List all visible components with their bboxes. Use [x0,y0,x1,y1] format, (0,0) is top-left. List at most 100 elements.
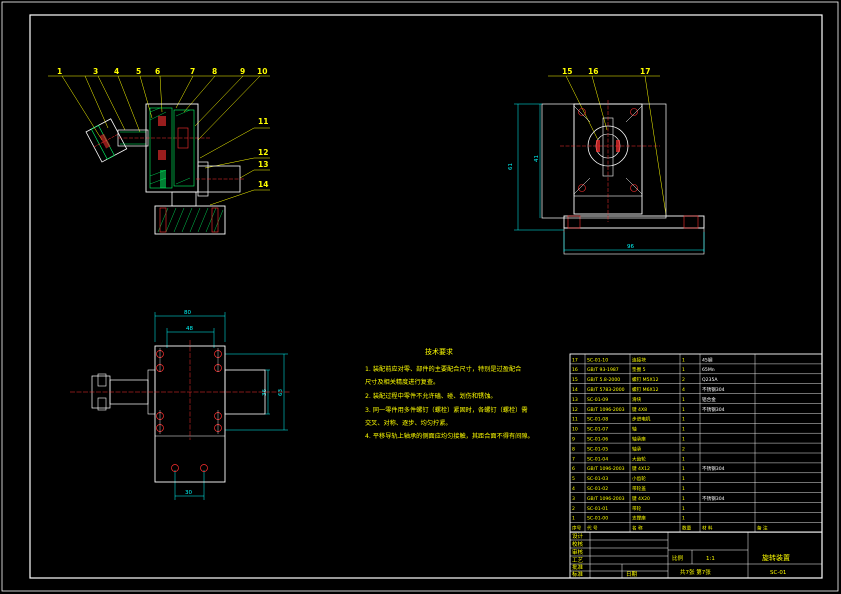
side-view: 15 16 17 61 41 96 [508,67,705,255]
callout-10: 10 [257,67,267,76]
bom-cell: 支撑座 [632,515,646,522]
bom-cell: 16 [572,367,578,373]
callout-17: 17 [640,67,650,76]
bom-cell: 1 [682,456,685,462]
bom-header-cell: 材 料 [702,525,713,532]
bom-cell: 4 [682,387,685,393]
callout-13: 13 [258,160,268,169]
bom-header-cell: 备 注 [757,525,768,532]
bom-cell: 不锈钢304 [702,495,725,502]
bom-cell: 4 [572,486,575,492]
bom-cell: 键 4X8 [632,406,647,413]
bom-cell: SC-01-10 [587,357,608,363]
tb-label-check: 校核 [572,540,584,548]
bom-cell: 2 [682,377,685,383]
callout-7: 7 [190,67,195,76]
bom-cell: GB/T 1096-2003 [587,407,625,413]
bom-cell: 滑块 [632,396,642,403]
bom-cell: 不锈钢304 [702,386,725,393]
bill-of-materials: 17 SC-01-10 连接块 1 45钢16 GB/T 93-1987 垫圈 5 1 65Mn… [569,353,823,533]
bom-cell: 1 [682,466,685,472]
bom-cell: 1 [682,357,685,363]
bom-cell: 铝合金 [702,396,716,403]
bom-cell: 7 [572,456,575,462]
tb-label-standard: 标准 [572,570,584,578]
bom-cell: 1 [682,496,685,502]
dim-width-96: 96 [627,244,634,250]
bom-cell: 10 [572,427,578,433]
notes-title: 技术要求 [425,347,453,356]
callout-12: 12 [258,148,268,157]
bom-cell: 1 [682,486,685,492]
dim-height-41: 41 [534,155,540,162]
note-line-6: 4. 平移导轨上轴承的侧面应均匀接触，其距合面不得有间隙。 [365,432,534,440]
bom-cell: 8 [572,446,575,452]
bom-cell: 不锈钢304 [702,465,725,472]
bom-cell: GB/T 1096-2003 [587,496,625,502]
bom-cell: 45钢 [702,356,713,363]
callout-11: 11 [258,117,268,126]
bom-cell: 2 [682,446,685,452]
bom-cell: 15 [572,377,578,383]
bom-cell: SC-01-05 [587,446,608,452]
bom-cell: 轴承 [632,445,642,452]
bom-cell: 不锈钢304 [702,406,725,413]
bom-header-cell: 数量 [682,525,692,532]
bom-cell: 轴承座 [632,436,646,443]
bom-cell: Q235A [702,377,718,383]
callout-8: 8 [212,67,217,76]
bom-cell: 1 [682,427,685,433]
bom-header-cell: 代 号 [587,525,598,532]
tb-label-review: 审核 [572,548,584,556]
callout-9: 9 [240,67,245,76]
engineering-drawing-sheet: 1 3 4 5 6 7 8 9 10 11 12 13 14 15 16 17 … [1,1,839,592]
callout-15: 15 [562,67,572,76]
bom-cell: 12 [572,407,578,413]
note-line-5: 交叉、对称、逐步、均匀拧紧。 [365,419,452,427]
bom-cell: 6 [572,466,575,472]
bom-cell: 步进电机 [632,416,651,423]
bom-cell: SC-01-06 [587,437,608,443]
bom-cell: 螺钉 M5X12 [632,376,659,383]
bom-cell: 1 [572,516,575,522]
bom-cell: GB/T 93-1987 [587,367,619,373]
callout-16: 16 [588,67,598,76]
bom-cell: 1 [682,506,685,512]
bom-cell: 1 [682,397,685,403]
bom-cell: 9 [572,437,575,443]
note-line-2: 尺寸及相关精度进行复查。 [365,378,439,386]
bom-cell: 键 4X20 [632,495,650,502]
tb-sheet-info: 共7张 第7张 [680,568,711,576]
tb-label-process: 工艺 [572,557,584,564]
tb-scale-value: 1:1 [706,556,715,562]
dim-top-80: 80 [184,310,191,316]
callout-1: 1 [57,67,62,76]
bom-cell: 键 4X12 [632,465,650,472]
title-block: 设计 校核 审核 工艺 批准 标准 日期 比例 1:1 共7张 第7张 旋转装置… [569,531,823,579]
bom-cell: SC-01-07 [587,427,608,433]
bom-cell: SC-01-00 [587,516,608,522]
tb-drawing-number: SC-01 [770,570,786,576]
bom-cell: GB/T 5.8-2000 [587,377,620,383]
bom-cell: 11 [572,417,578,423]
bom-cell: SC-01-02 [587,486,608,492]
bom-cell: GB/T 1096-2003 [587,466,625,472]
bom-cell: 2 [572,506,575,512]
bom-cell: SC-01-09 [587,397,608,403]
bom-cell: GB/T 5783-2000 [587,387,625,393]
bom-cell: 1 [682,367,685,373]
bom-cell: 小齿轮 [632,475,646,482]
technical-notes: 技术要求 1. 装配前应对零、部件的主要配合尺寸，特别是过盈配合 尺寸及相关精度… [365,347,534,440]
note-line-1: 1. 装配前应对零、部件的主要配合尺寸，特别是过盈配合 [365,365,521,373]
dim-top-48: 48 [186,326,193,332]
bom-cell: 1 [682,437,685,443]
note-line-3: 2. 装配过程中零件不允许磕、碰、划伤和锈蚀。 [365,392,497,400]
bom-cell: 1 [682,516,685,522]
bom-cell: 垫圈 5 [632,366,646,373]
top-view: 80 48 63 36 30 [70,310,290,500]
dim-top-63: 63 [278,389,284,396]
callout-3: 3 [93,67,98,76]
bom-cell: SC-01-04 [587,456,608,462]
bom-cell: 大齿轮 [632,455,646,462]
dim-height-61: 61 [508,163,514,170]
